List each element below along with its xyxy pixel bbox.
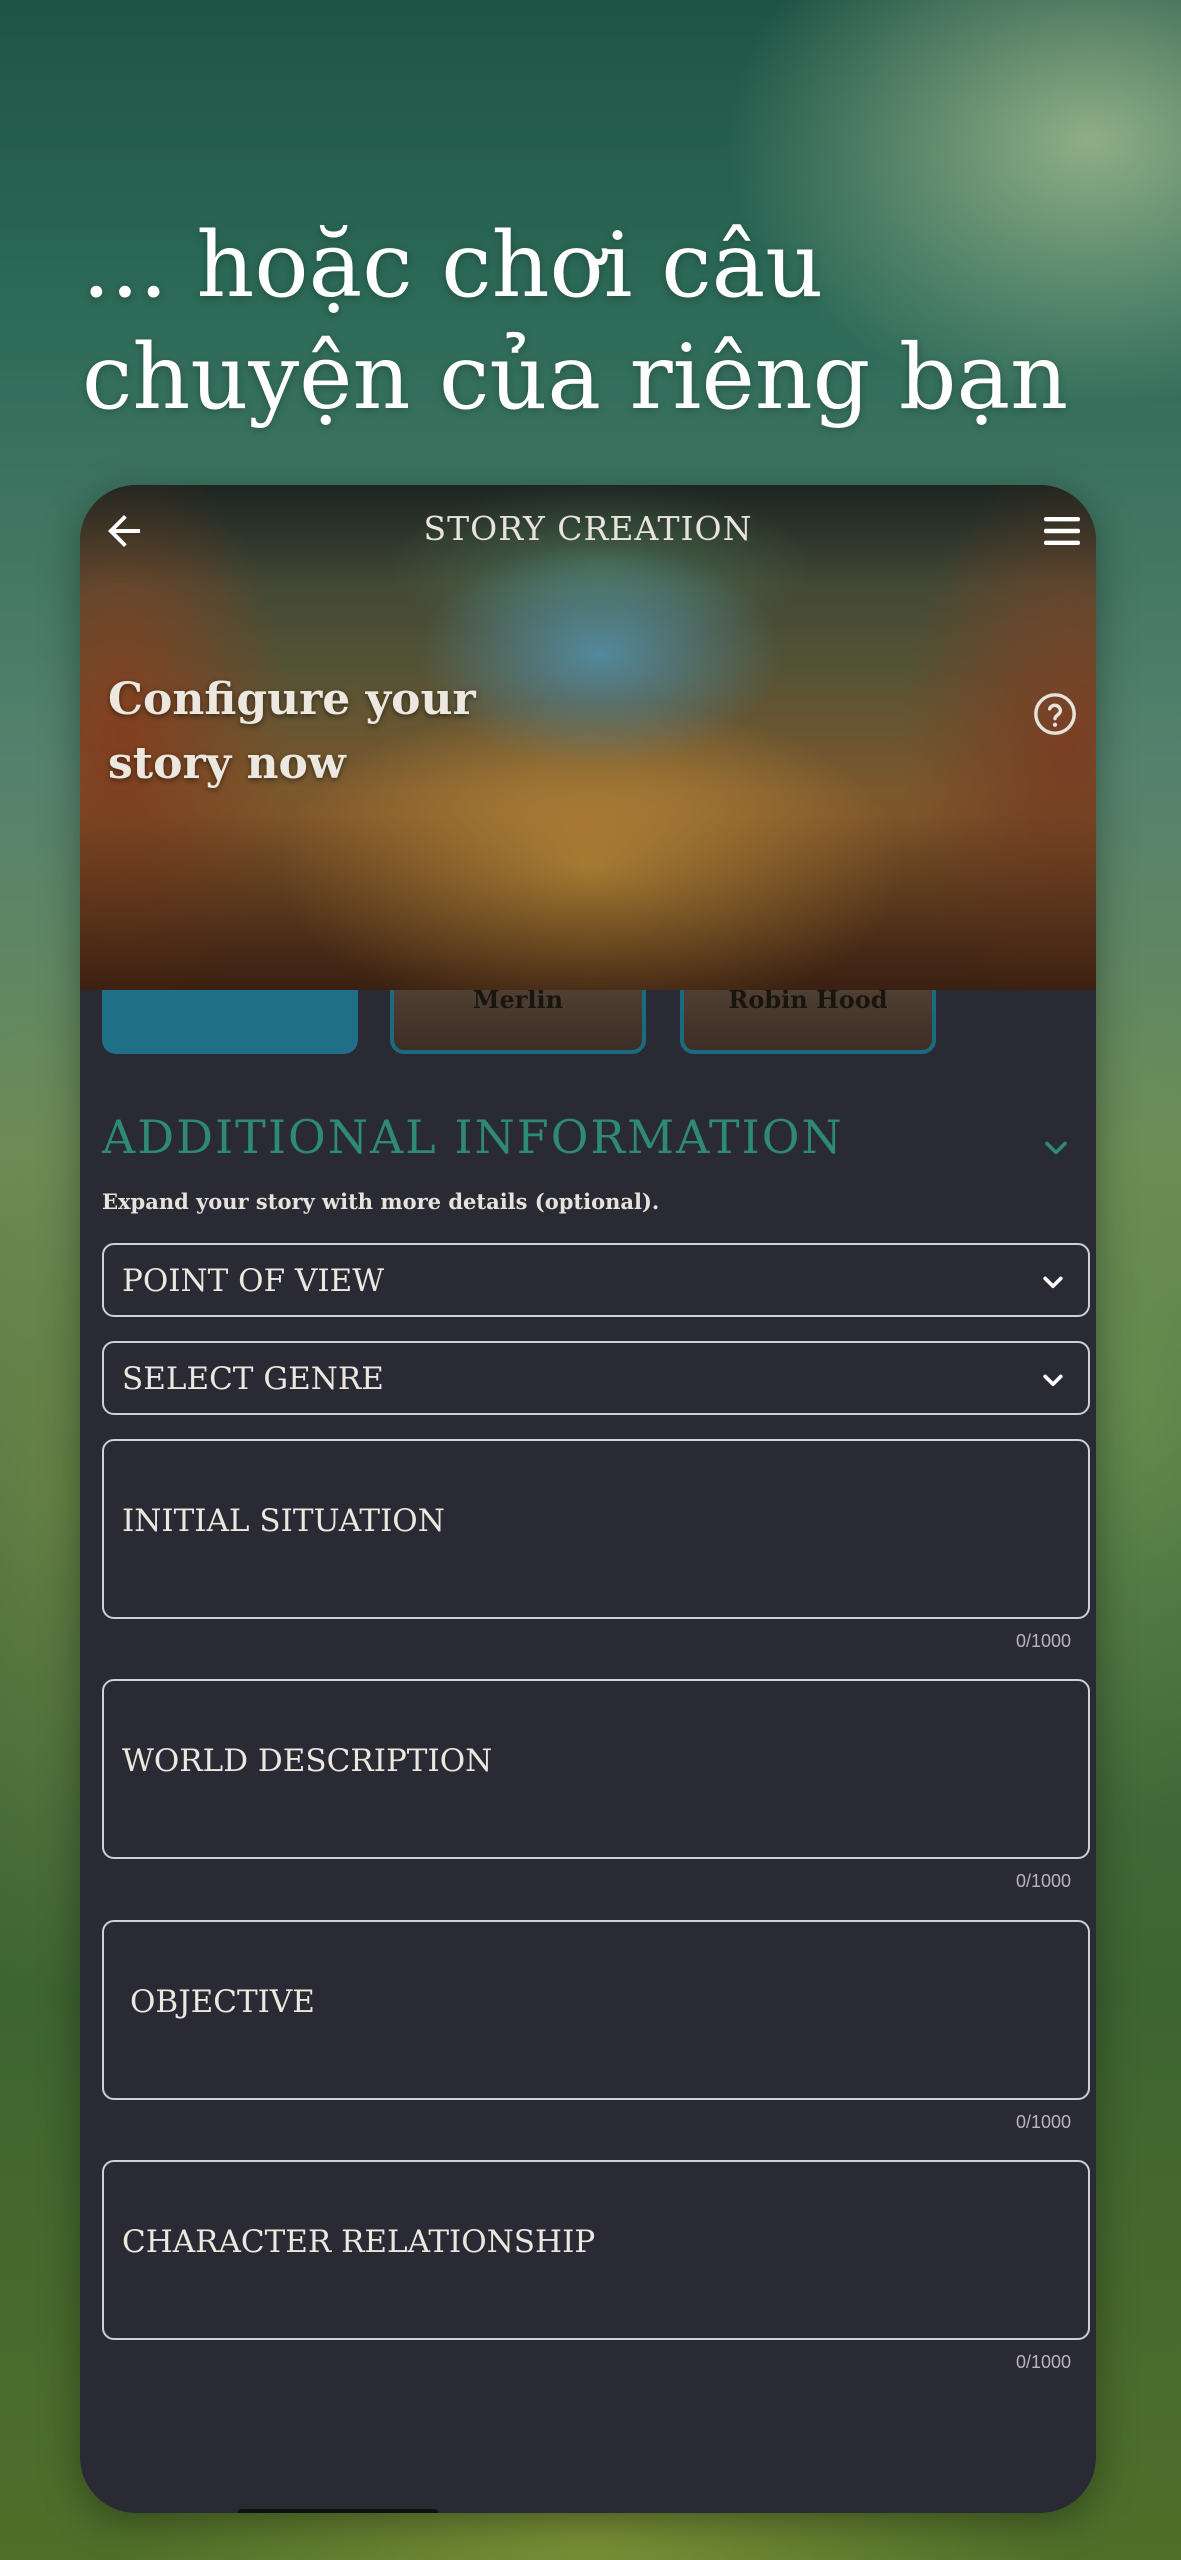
char-counter: 0/1000: [1015, 1631, 1071, 1651]
char-counter: 0/1000: [1015, 2112, 1071, 2132]
character-card-robin-hood[interactable]: Robin Hood: [680, 990, 936, 1054]
hero-title: Configure your story now: [108, 674, 476, 789]
character-card-selected[interactable]: [102, 990, 358, 1054]
chevron-down-icon: [1043, 1374, 1063, 1387]
field-label: WORLD DESCRIPTION: [122, 1743, 493, 1779]
character-card-label: Merlin: [472, 990, 564, 1014]
genre-select[interactable]: SELECT GENRE: [102, 1341, 1090, 1415]
app-screen: STORY CREATION Configure your story now …: [80, 485, 1096, 2513]
screen-title: STORY CREATION: [423, 509, 753, 548]
field-label: OBJECTIVE: [130, 1984, 315, 2020]
hamburger-menu-icon[interactable]: [1038, 507, 1086, 555]
char-counter: 0/1000: [1015, 1871, 1071, 1891]
additional-info-title[interactable]: ADDITIONAL INFORMATION: [102, 1110, 844, 1164]
character-carousel: Merlin Robin Hood: [80, 990, 1096, 1060]
top-app-bar: STORY CREATION: [80, 485, 1096, 575]
objective-field[interactable]: OBJECTIVE: [102, 1920, 1090, 2100]
char-counter: 0/1000: [1015, 2352, 1071, 2372]
select-label: SELECT GENRE: [122, 1361, 384, 1397]
character-relationship-field[interactable]: CHARACTER RELATIONSHIP: [102, 2160, 1090, 2340]
point-of-view-select[interactable]: POINT OF VIEW: [102, 1243, 1090, 1317]
promo-headline: ... hoặc chơi câu chuyện của riêng bạn: [82, 210, 1122, 434]
character-card-label: Robin Hood: [728, 990, 888, 1014]
select-label: POINT OF VIEW: [122, 1263, 385, 1299]
field-label: CHARACTER RELATIONSHIP: [122, 2224, 596, 2260]
additional-info-subtitle: Expand your story with more details (opt…: [102, 1189, 660, 1214]
character-card-merlin[interactable]: Merlin: [390, 990, 646, 1054]
chevron-down-icon[interactable]: [1038, 1130, 1074, 1166]
home-indicator: [238, 2509, 438, 2513]
initial-situation-field[interactable]: INITIAL SITUATION: [102, 1439, 1090, 1619]
help-circle-icon[interactable]: [1032, 691, 1078, 737]
promo-line-2: chuyện của riêng bạn: [82, 325, 1069, 430]
world-description-field[interactable]: WORLD DESCRIPTION: [102, 1679, 1090, 1859]
field-label: INITIAL SITUATION: [122, 1503, 445, 1539]
chevron-down-icon: [1043, 1276, 1063, 1289]
promo-line-1: ... hoặc chơi câu: [82, 213, 824, 318]
